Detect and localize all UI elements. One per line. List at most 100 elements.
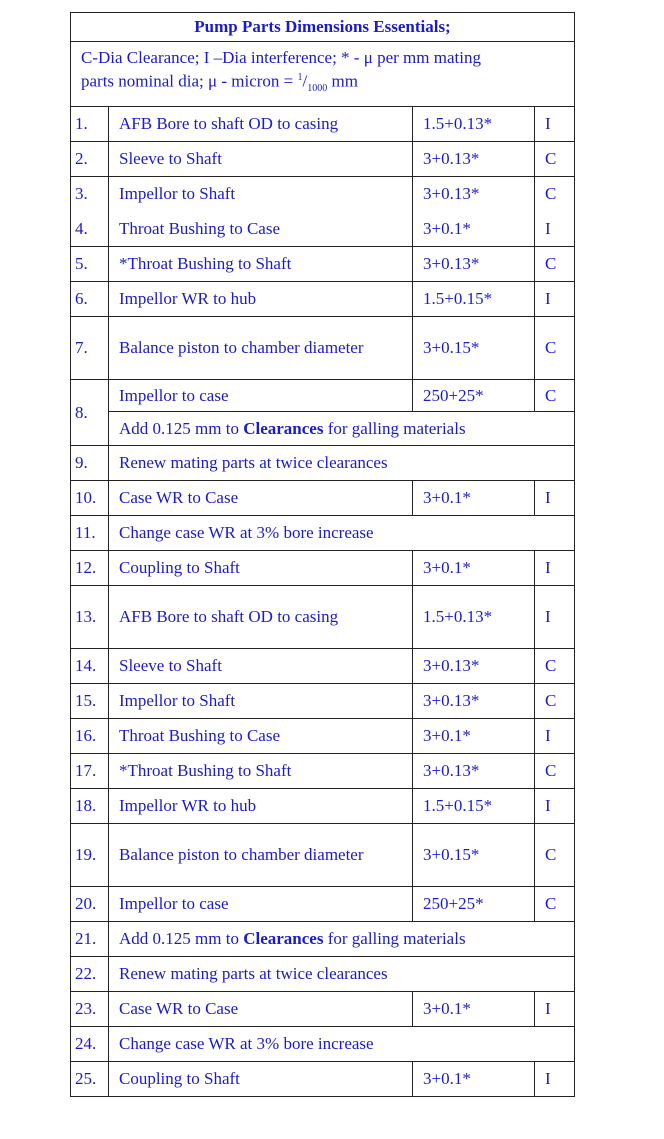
row-number: 24.	[70, 1026, 109, 1062]
fit-type: C	[534, 176, 575, 212]
row-number: 18.	[70, 788, 109, 824]
dimension-value: 250+25*	[412, 379, 535, 412]
table-row: 23. Case WR to Case 3+0.1* I	[70, 991, 575, 1027]
row-number: 13.	[70, 585, 109, 649]
fit-type: C	[534, 648, 575, 684]
table-row: 21. Add 0.125 mm to Clearances for gallin…	[70, 921, 575, 957]
part-name: AFB Bore to shaft OD to casing	[108, 106, 413, 142]
row-number: 10.	[70, 480, 109, 516]
fit-type: C	[534, 823, 575, 887]
row-number: 11.	[70, 515, 109, 551]
dimension-value: 3+0.1*	[412, 991, 535, 1027]
table-row: 10. Case WR to Case 3+0.1* I	[70, 480, 575, 516]
row-number: 25.	[70, 1061, 109, 1097]
row-number: 21.	[70, 921, 109, 957]
table-row: 13. AFB Bore to shaft OD to casing 1.5+0.1…	[70, 585, 575, 649]
part-name: Sleeve to Shaft	[108, 648, 413, 684]
dimension-value: 250+25*	[412, 886, 535, 922]
fit-type: C	[534, 753, 575, 789]
part-name: Impellor to Shaft	[108, 176, 413, 212]
legend-line2: parts nominal dia; μ - micron =	[81, 72, 298, 92]
fit-type: C	[534, 379, 575, 412]
dimension-value: 1.5+0.15*	[412, 281, 535, 317]
note-text: Add 0.125 mm to	[119, 418, 244, 438]
table-row: 18. Impellor WR to hub 1.5+0.15* I	[70, 788, 575, 824]
dimension-value: 3+0.1*	[412, 718, 535, 754]
table-title: Pump Parts Dimensions Essentials;	[70, 12, 575, 42]
table-row: 15. Impellor to Shaft 3+0.13* C	[70, 683, 575, 719]
table-row: 1. AFB Bore to shaft OD to casing 1.5+0.13…	[70, 106, 575, 142]
part-name: Impellor WR to hub	[108, 281, 413, 317]
pump-dimensions-table: Pump Parts Dimensions Essentials; C-Dia …	[70, 12, 575, 1097]
note-cell: Add 0.125 mm to Clearances for galling m…	[108, 411, 575, 446]
table-row: 3. Impellor to Shaft 3+0.13* C	[70, 176, 575, 212]
fit-type: C	[534, 246, 575, 282]
fit-type: I	[534, 991, 575, 1027]
row-number: 23.	[70, 991, 109, 1027]
note-emphasis: Clearances	[243, 418, 324, 438]
table-row: 7. Balance piston to chamber diameter 3+0.…	[70, 316, 575, 380]
table-row: 5. *Throat Bushing to Shaft 3+0.13* C	[70, 246, 575, 282]
part-name: Impellor to case	[108, 379, 413, 412]
table-row: 17. *Throat Bushing to Shaft 3+0.13* C	[70, 753, 575, 789]
table-row: 19. Balance piston to chamber diameter 3+0…	[70, 823, 575, 887]
dimension-value: 1.5+0.13*	[412, 585, 535, 649]
note-text: Add 0.125 mm to	[119, 929, 244, 948]
dimension-value: 3+0.13*	[412, 141, 535, 177]
row-number: 5.	[70, 246, 109, 282]
table-row: 20. Impellor to case 250+25* C	[70, 886, 575, 922]
row-number: 6.	[70, 281, 109, 317]
table-row: 8. Impellor to case 250+25* C	[70, 379, 575, 446]
legend-unit: mm	[327, 72, 358, 92]
fit-type: C	[534, 316, 575, 380]
row-number: 2.	[70, 141, 109, 177]
table-row: 22. Renew mating parts at twice clearance…	[70, 956, 575, 992]
fit-type: I	[534, 788, 575, 824]
table-row: 16. Throat Bushing to Case 3+0.1* I	[70, 718, 575, 754]
fit-type: C	[534, 683, 575, 719]
row-number: 9.	[70, 445, 109, 481]
part-name: Impellor WR to hub	[108, 788, 413, 824]
table-row: 6. Impellor WR to hub 1.5+0.15* I	[70, 281, 575, 317]
fit-type: I	[534, 1061, 575, 1097]
note-cell: Renew mating parts at twice clearances	[108, 956, 575, 992]
row-number: 17.	[70, 753, 109, 789]
dimension-value: 3+0.13*	[412, 683, 535, 719]
row-number: 7.	[70, 316, 109, 380]
part-name: Case WR to Case	[108, 991, 413, 1027]
legend-line1: C-Dia Clearance; I –Dia interference; * …	[81, 48, 481, 68]
legend-sub: 1000	[307, 83, 328, 95]
part-name: Impellor to Shaft	[108, 683, 413, 719]
table-row-note: Add 0.125 mm to Clearances for galling m…	[71, 411, 575, 446]
row-number: 1.	[70, 106, 109, 142]
part-name: Balance piston to chamber diameter	[108, 316, 413, 380]
table-row: 14. Sleeve to Shaft 3+0.13* C	[70, 648, 575, 684]
note-cell: Change case WR at 3% bore increase	[108, 515, 575, 551]
dimension-value: 1.5+0.15*	[412, 788, 535, 824]
note-text: for galling materials	[323, 929, 466, 948]
fit-type: C	[534, 886, 575, 922]
row-number: 8.	[70, 379, 109, 446]
dimension-value: 3+0.1*	[412, 480, 535, 516]
row-number: 12.	[70, 550, 109, 586]
part-name: Throat Bushing to Case	[108, 211, 413, 247]
row-number: 3.	[70, 176, 109, 212]
note-cell: Change case WR at 3% bore increase	[108, 1026, 575, 1062]
dimension-value: 3+0.13*	[412, 753, 535, 789]
part-name: AFB Bore to shaft OD to casing	[108, 585, 413, 649]
dimension-value: 3+0.13*	[412, 246, 535, 282]
part-name: Throat Bushing to Case	[108, 718, 413, 754]
fit-type: I	[534, 585, 575, 649]
table-row: 11. Change case WR at 3% bore increase	[70, 515, 575, 551]
dimension-value: 3+0.1*	[412, 550, 535, 586]
part-name: Balance piston to chamber diameter	[108, 823, 413, 887]
row-number: 14.	[70, 648, 109, 684]
dimension-value: 3+0.1*	[412, 211, 535, 247]
legend: C-Dia Clearance; I –Dia interference; * …	[70, 41, 575, 107]
part-name: *Throat Bushing to Shaft	[108, 753, 413, 789]
row-number: 16.	[70, 718, 109, 754]
fit-type: I	[534, 718, 575, 754]
table-row: 25. Coupling to Shaft 3+0.1* I	[70, 1061, 575, 1097]
part-name: Sleeve to Shaft	[108, 141, 413, 177]
row-number: 19.	[70, 823, 109, 887]
